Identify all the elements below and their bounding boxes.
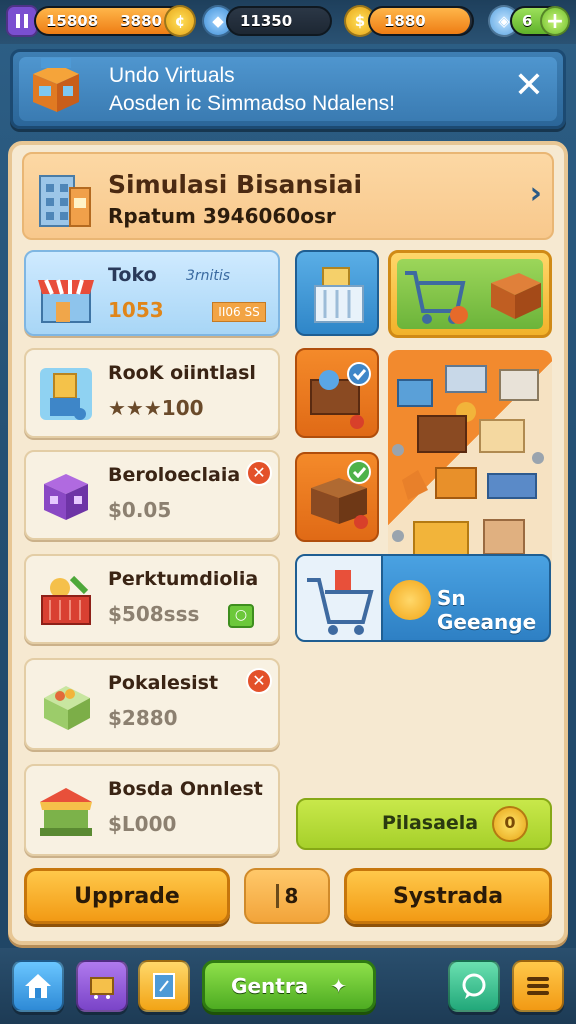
list-item[interactable]: Perktumdiolia $508sss ○: [24, 554, 280, 644]
quest-icon[interactable]: [138, 960, 190, 1012]
basket-icon: [36, 570, 96, 630]
remove-icon[interactable]: ✕: [246, 460, 272, 486]
progress-label: Pilasaela: [382, 812, 479, 834]
cart-icon: [307, 570, 374, 635]
building-icon: [34, 164, 96, 230]
shopping-basket-icon: [314, 267, 364, 323]
tile-item-collection[interactable]: [388, 350, 552, 576]
crate-icon: [36, 674, 96, 734]
item-value: $2880: [108, 706, 178, 730]
remove-icon[interactable]: ✕: [246, 668, 272, 694]
item-name: Perktumdiolia: [108, 568, 259, 590]
count-value: 6: [522, 12, 533, 30]
gems-counter: 11350: [226, 6, 332, 36]
item-name: RooK oiintlasl: [108, 362, 256, 384]
gold-value: 1880: [384, 12, 426, 30]
check-icon[interactable]: ○: [228, 604, 254, 628]
tile-crate-check[interactable]: [295, 452, 379, 542]
store-icon: [36, 266, 96, 326]
item-name: Pokalesist: [108, 672, 219, 694]
progress-panel[interactable]: Pilasaela 0: [296, 798, 552, 850]
notification-banner: Undo Virtuals Aosden ic Simmadso Ndalens…: [10, 49, 566, 129]
coins-value: 3880: [120, 12, 162, 30]
challenge-panel[interactable]: Sn Geeange: [295, 554, 551, 642]
simulation-header[interactable]: Simulasi Bisansiai Rpatum 3946060osr ›: [22, 152, 554, 240]
middle-label: 8: [275, 884, 298, 908]
list-item[interactable]: RooK oiintlasl ★★★100: [24, 348, 280, 438]
sparkle-icon: ✦: [330, 974, 347, 998]
items-collection-icon: [392, 365, 546, 566]
tile-box-check[interactable]: [295, 348, 379, 438]
add-icon[interactable]: +: [540, 6, 570, 36]
header-title: Simulasi Bisansiai: [108, 170, 363, 199]
item-value: $0.05: [108, 498, 172, 522]
gentra-button[interactable]: Gentra ✦: [202, 960, 376, 1012]
gems-value: 11350: [240, 12, 293, 30]
item-name: Toko: [108, 264, 157, 286]
item-tag: II06 SS: [212, 302, 266, 322]
cart-icon: [405, 271, 541, 324]
tile-cart-featured[interactable]: [388, 250, 552, 338]
close-button[interactable]: ✕: [509, 66, 549, 106]
systrada-button[interactable]: Systrada: [344, 868, 552, 924]
item-value: 1053: [108, 298, 164, 322]
coin-icon: ¢: [164, 5, 196, 37]
home-icon[interactable]: [12, 960, 64, 1012]
banner-subtitle: Aosden ic Simmadso Ndalens!: [109, 92, 395, 115]
item-value: $508sss: [108, 602, 200, 626]
item-value: ★★★100: [108, 396, 204, 420]
market-stall-icon: [36, 780, 96, 840]
upgrade-button[interactable]: Upprade: [24, 868, 230, 924]
gentra-label: Gentra: [231, 974, 309, 998]
list-item[interactable]: Bosda Onnlest $L000: [24, 764, 280, 856]
menu-icon[interactable]: [512, 960, 564, 1012]
list-item[interactable]: Beroloeclaia $0.05 ✕: [24, 450, 280, 540]
shop-icon: [27, 56, 85, 118]
banner-title: Undo Virtuals: [109, 64, 235, 87]
coin-icon: 0: [492, 806, 528, 842]
chat-icon[interactable]: [448, 960, 500, 1012]
crate-check-icon: [311, 460, 371, 529]
shop-cart-icon[interactable]: [76, 960, 128, 1012]
box-check-icon: [310, 362, 371, 429]
box-icon: [36, 466, 96, 526]
list-item[interactable]: Toko 3rnitis 1053 II06 SS: [24, 250, 280, 336]
blender-icon: [36, 364, 96, 424]
item-value: $L000: [108, 812, 177, 836]
level-value: 15808: [46, 12, 99, 30]
gold-counter: 1880: [368, 6, 474, 36]
item-name: Beroloeclaia: [108, 464, 241, 486]
header-subtitle: Rpatum 3946060osr: [108, 204, 336, 228]
challenge-label: Sn Geeange: [437, 586, 537, 634]
tile-basket[interactable]: [295, 250, 379, 336]
chevron-right-icon[interactable]: ›: [530, 176, 542, 211]
item-name: Bosda Onnlest: [108, 778, 263, 800]
middle-button[interactable]: 8: [244, 868, 330, 924]
list-item[interactable]: Pokalesist $2880 ✕: [24, 658, 280, 750]
item-extra: 3rnitis: [186, 268, 231, 284]
speech-bubble-icon: [389, 580, 431, 620]
